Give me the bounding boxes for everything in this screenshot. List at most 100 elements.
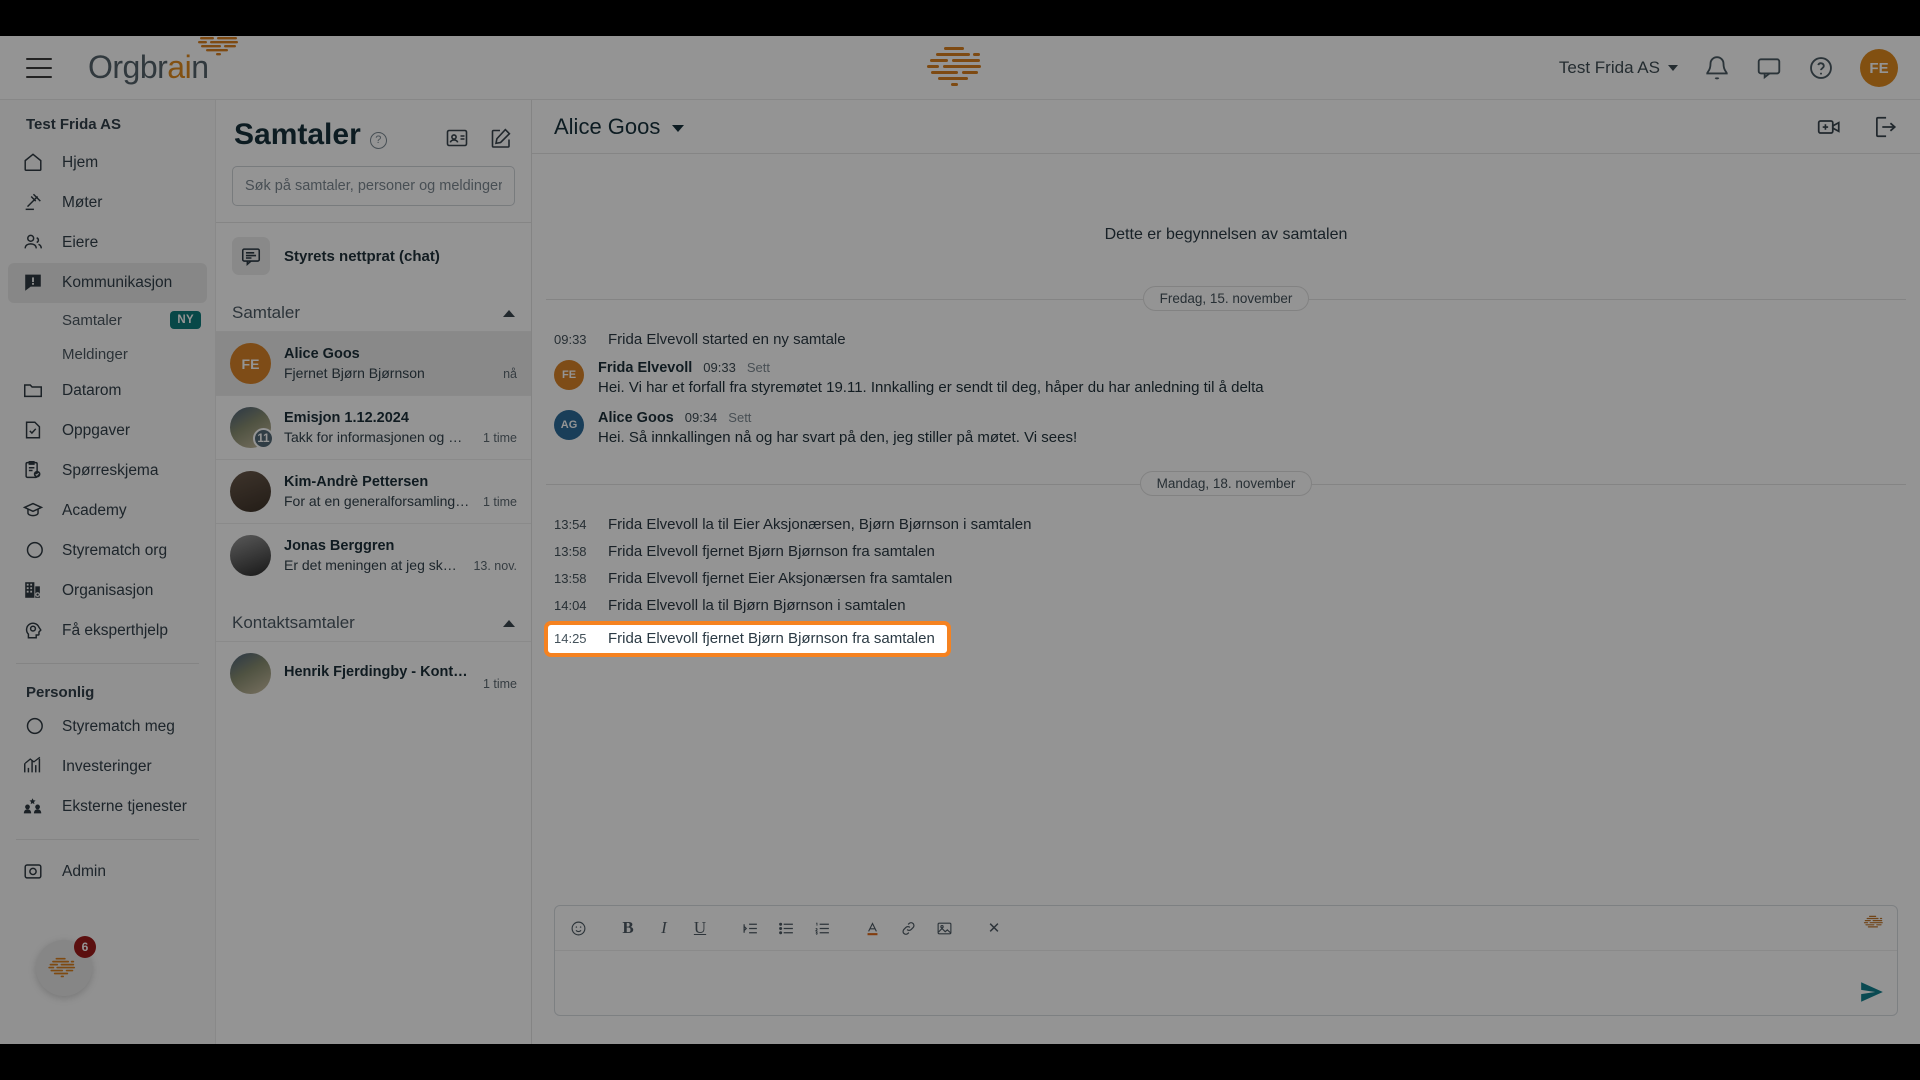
message-text: Hei. Vi har et forfall fra styremøtet 19… bbox=[598, 379, 1264, 396]
gavel-icon bbox=[22, 191, 46, 215]
sidebar-item-organisasjon[interactable]: Organisasjon bbox=[8, 571, 207, 611]
text-color-icon[interactable] bbox=[857, 913, 887, 943]
conversation-row-henrik-fjerdingby[interactable]: Henrik Fjerdingby - Kontakt styret 1 tim… bbox=[216, 641, 531, 705]
conversation-row-jonas-berggren[interactable]: Jonas Berggren Er det meningen at jeg sk… bbox=[216, 523, 531, 587]
sidebar-item-label: Møter bbox=[62, 194, 103, 211]
system-message: 13:58 Frida Elvevoll fjernet Eier Aksjon… bbox=[546, 565, 1906, 592]
system-message-time: 09:33 bbox=[554, 332, 587, 347]
day-separator-label: Fredag, 15. november bbox=[1142, 286, 1310, 311]
chat-fab-badge: 6 bbox=[74, 936, 96, 958]
sidebar-item-hjem[interactable]: Hjem bbox=[8, 143, 207, 183]
folder-icon bbox=[22, 379, 46, 403]
clear-format-icon[interactable]: ✕ bbox=[979, 913, 1009, 943]
avatar bbox=[230, 535, 271, 576]
system-message: 14:04 Frida Elvevoll la til Bjørn Bjørns… bbox=[546, 592, 1906, 619]
message-time: 09:34 bbox=[684, 410, 718, 425]
conversation-row-kim-andre-pettersen[interactable]: Kim-Andrè Pettersen For at en generalfor… bbox=[216, 459, 531, 523]
sidebar-item-oppgaver[interactable]: Oppgaver bbox=[8, 411, 207, 451]
notifications-bell-icon[interactable] bbox=[1704, 55, 1730, 81]
chevron-down-icon bbox=[1668, 65, 1678, 71]
menu-hamburger-icon[interactable] bbox=[26, 57, 52, 78]
sidebar-item-eksterne-tjenester[interactable]: Eksterne tjenester bbox=[8, 787, 207, 827]
conversation-begin-text: Dette er begynnelsen av samtalen bbox=[1104, 226, 1348, 243]
underline-icon[interactable]: U bbox=[685, 913, 715, 943]
avatar bbox=[230, 653, 271, 694]
sidebar-subitem-meldinger[interactable]: Meldinger bbox=[8, 337, 207, 371]
contact-card-icon[interactable] bbox=[445, 126, 469, 150]
leave-conversation-icon[interactable] bbox=[1872, 114, 1898, 140]
org-switcher[interactable]: Test Frida AS bbox=[1559, 58, 1678, 78]
add-video-call-icon[interactable] bbox=[1816, 114, 1842, 140]
compose-icon[interactable] bbox=[489, 126, 513, 150]
sidebar-divider bbox=[16, 663, 199, 664]
system-message-time: 14:04 bbox=[554, 598, 587, 613]
conversation-list-panel: Samtaler ? Søk på samtaler, personer og … bbox=[216, 100, 532, 1044]
italic-icon[interactable]: I bbox=[649, 913, 679, 943]
conversation-row-alice-goos[interactable]: FE Alice Goos Fjernet Bjørn Bjørnson nå bbox=[216, 331, 531, 395]
system-message: 09:33 Frida Elvevoll started en ny samta… bbox=[546, 326, 1906, 353]
chat-icon[interactable] bbox=[1756, 55, 1782, 81]
sidebar-subitem-samtaler[interactable]: Samtaler NY bbox=[8, 303, 207, 337]
bullet-list-icon[interactable] bbox=[771, 913, 801, 943]
sidebar-item-fa-eksperthjelp[interactable]: Få eksperthjelp bbox=[8, 611, 207, 651]
status-badge-ny: NY bbox=[170, 311, 201, 329]
message-input[interactable] bbox=[555, 951, 1897, 1015]
chat-support-fab[interactable]: 6 bbox=[36, 936, 96, 996]
unread-count-badge: 11 bbox=[253, 428, 274, 449]
day-separator-label: Mandag, 18. november bbox=[1139, 471, 1313, 496]
system-message-text: Frida Elvevoll la til Eier Aksjonærsen, … bbox=[608, 516, 1032, 533]
numbered-list-icon[interactable] bbox=[807, 913, 837, 943]
day-separator: Fredag, 15. november bbox=[546, 286, 1906, 311]
sidebar-item-investeringer[interactable]: Investeringer bbox=[8, 747, 207, 787]
venn-circles-icon bbox=[22, 715, 46, 739]
section-label: Samtaler bbox=[232, 303, 301, 322]
message-alice-goos: AG Alice Goos 09:34 Sett Hei. Så innkall… bbox=[546, 403, 1906, 453]
sidebar-item-moter[interactable]: Møter bbox=[8, 183, 207, 223]
conversation-text: Henrik Fjerdingby - Kontakt styret bbox=[284, 664, 470, 683]
system-message-time: 13:58 bbox=[554, 544, 587, 559]
sidebar-item-label: Oppgaver bbox=[62, 422, 131, 439]
top-bar-right: Test Frida AS FE bbox=[1559, 36, 1898, 100]
system-message-time: 13:58 bbox=[554, 571, 587, 586]
sidebar-item-datarom[interactable]: Datarom bbox=[8, 371, 207, 411]
search-input[interactable] bbox=[232, 166, 515, 206]
message-body: Frida Elvevoll 09:33 Sett Hei. Vi har et… bbox=[598, 360, 1898, 396]
sidebar-item-sporreskjema[interactable]: Spørreskjema bbox=[8, 451, 207, 491]
section-header-kontaktsamtaler[interactable]: Kontaktsamtaler bbox=[216, 599, 531, 641]
system-message-text: Frida Elvevoll fjernet Eier Aksjonærsen … bbox=[608, 570, 953, 587]
conversation-row-emisjon[interactable]: 11 Emisjon 1.12.2024 Takk for informasjo… bbox=[216, 395, 531, 459]
chevron-up-icon bbox=[503, 309, 515, 317]
conversation-name: Henrik Fjerdingby - Kontakt styret bbox=[284, 664, 470, 680]
indent-icon[interactable] bbox=[735, 913, 765, 943]
sidebar-item-label: Hjem bbox=[62, 154, 99, 171]
chevron-down-icon[interactable] bbox=[672, 125, 685, 132]
building-gear-icon bbox=[22, 579, 46, 603]
sidebar-subitem-label: Samtaler bbox=[62, 311, 123, 329]
bold-icon[interactable]: B bbox=[613, 913, 643, 943]
sidebar-item-eiere[interactable]: Eiere bbox=[8, 223, 207, 263]
conversation-text: Alice Goos Fjernet Bjørn Bjørnson bbox=[284, 346, 490, 381]
sidebar-item-styrematch-org[interactable]: Styrematch org bbox=[8, 531, 207, 571]
sidebar-item-admin[interactable]: Admin bbox=[8, 852, 207, 892]
orgbrain-logo[interactable]: Orgbrain bbox=[88, 37, 238, 86]
system-message: 13:54 Frida Elvevoll la til Eier Aksjonæ… bbox=[546, 511, 1906, 538]
sidebar-item-kommunikasjon[interactable]: Kommunikasjon bbox=[8, 263, 207, 303]
sidebar-item-styrematch-meg[interactable]: Styrematch meg bbox=[8, 707, 207, 747]
shield-camera-icon bbox=[22, 860, 46, 884]
conversation-text: Emisjon 1.12.2024 Takk for informasjonen… bbox=[284, 410, 470, 445]
clipboard-check-icon bbox=[22, 459, 46, 483]
link-icon[interactable] bbox=[893, 913, 923, 943]
message-time: 09:33 bbox=[703, 360, 736, 375]
send-icon[interactable] bbox=[1859, 979, 1885, 1005]
section-header-samtaler[interactable]: Samtaler bbox=[216, 289, 531, 331]
help-circle-icon[interactable]: ? bbox=[369, 131, 387, 149]
pinned-chat-row[interactable]: Styrets nettprat (chat) bbox=[216, 223, 531, 289]
conversation-preview: For at en generalforsamling (GF)… bbox=[284, 493, 470, 509]
emoji-icon[interactable] bbox=[563, 913, 593, 943]
conversation-time: nå bbox=[503, 367, 517, 381]
user-avatar[interactable]: FE bbox=[1860, 49, 1898, 87]
people-icon bbox=[22, 231, 46, 255]
help-circle-icon[interactable] bbox=[1808, 55, 1834, 81]
image-icon[interactable] bbox=[929, 913, 959, 943]
sidebar-item-academy[interactable]: Academy bbox=[8, 491, 207, 531]
